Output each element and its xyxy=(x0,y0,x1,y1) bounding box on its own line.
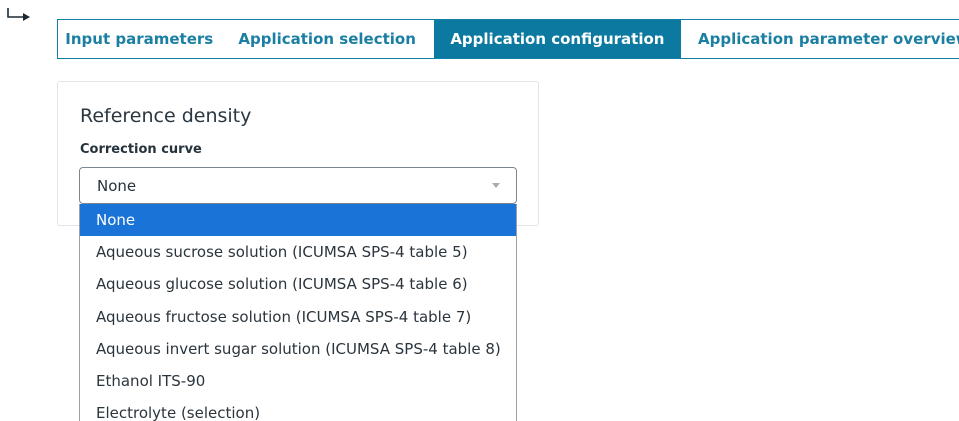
corner-arrow-icon xyxy=(7,8,30,21)
tab-application-configuration[interactable]: Application configuration xyxy=(433,20,681,58)
option-ethanol-its-90[interactable]: Ethanol ITS-90 xyxy=(80,365,516,397)
select-value: None xyxy=(97,177,137,195)
tab-application-selection[interactable]: Application selection xyxy=(220,20,433,58)
tab-bar: Input parameters Application selection A… xyxy=(57,19,959,59)
app-root: Input parameters Application selection A… xyxy=(0,0,959,421)
card-title: Reference density xyxy=(80,105,252,127)
option-aqueous-glucose[interactable]: Aqueous glucose solution (ICUMSA SPS-4 t… xyxy=(80,268,516,300)
tab-application-parameter-overview[interactable]: Application parameter overview xyxy=(681,20,959,58)
option-aqueous-fructose[interactable]: Aqueous fructose solution (ICUMSA SPS-4 … xyxy=(80,301,516,333)
option-none[interactable]: None xyxy=(80,204,516,237)
option-aqueous-sucrose[interactable]: Aqueous sucrose solution (ICUMSA SPS-4 t… xyxy=(80,236,516,268)
correction-curve-dropdown: None Aqueous sucrose solution (ICUMSA SP… xyxy=(79,204,517,421)
option-electrolyte-selection[interactable]: Electrolyte (selection) xyxy=(80,397,516,421)
option-aqueous-invert-sugar[interactable]: Aqueous invert sugar solution (ICUMSA SP… xyxy=(80,333,516,365)
correction-curve-select[interactable]: None xyxy=(79,167,517,204)
tab-input-parameters[interactable]: Input parameters xyxy=(58,20,220,58)
chevron-down-icon xyxy=(492,183,500,188)
correction-curve-label: Correction curve xyxy=(80,142,202,157)
